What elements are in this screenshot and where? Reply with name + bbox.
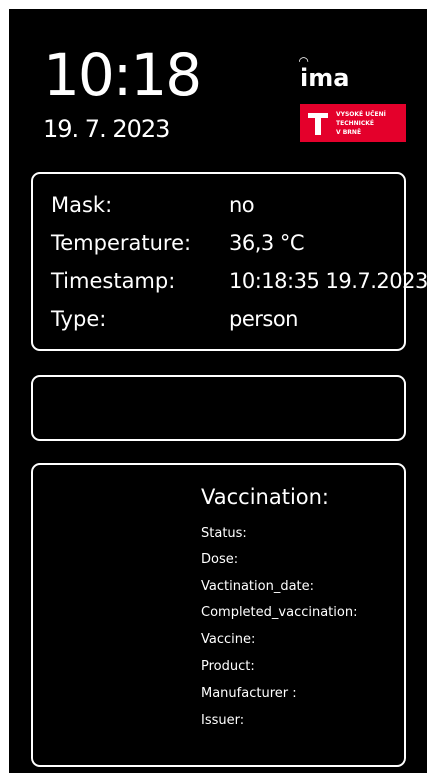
vaccination-vaccine-label: Vaccine: bbox=[201, 632, 256, 647]
vaccination-dose-label: Dose: bbox=[201, 552, 239, 567]
vaccination-panel: Vaccination: Status: Dose: Vactination_d… bbox=[31, 463, 406, 767]
vut-t-icon bbox=[300, 104, 336, 142]
timestamp-value: 10:18:35 19.7.2023 bbox=[229, 269, 427, 293]
clock-date: 19. 7. 2023 bbox=[43, 115, 170, 143]
clock-time: 10:18 bbox=[43, 41, 202, 109]
vut-logo-line-1: VYSOKÉ UČENÍ bbox=[336, 110, 386, 118]
temperature-value: 36,3 °C bbox=[229, 231, 305, 255]
wifi-icon: ◠ bbox=[299, 54, 309, 68]
vut-logo-line-3: V BRNĚ bbox=[336, 128, 362, 136]
message-panel bbox=[31, 375, 406, 441]
vut-logo: VYSOKÉ UČENÍ TECHNICKÉ V BRNĚ bbox=[300, 104, 406, 142]
type-value: person bbox=[229, 307, 298, 331]
vaccination-completed-label: Completed_vaccination: bbox=[201, 605, 358, 620]
vaccination-product-label: Product: bbox=[201, 659, 255, 674]
vaccination-title: Vaccination: bbox=[201, 485, 330, 509]
mask-value: no bbox=[229, 193, 255, 217]
vaccination-status-label: Status: bbox=[201, 526, 247, 541]
temperature-label: Temperature: bbox=[51, 231, 192, 255]
vut-logo-text: VYSOKÉ UČENÍ TECHNICKÉ V BRNĚ bbox=[336, 110, 386, 137]
ima-logo-text: ima bbox=[300, 64, 350, 92]
mask-label: Mask: bbox=[51, 193, 113, 217]
timestamp-label: Timestamp: bbox=[51, 269, 176, 293]
detection-info-panel: Mask: no Temperature: 36,3 °C Timestamp:… bbox=[31, 172, 427, 351]
ima-logo: ◠ ima bbox=[299, 55, 350, 92]
vaccination-manufacturer-label: Manufacturer : bbox=[201, 686, 297, 701]
type-label: Type: bbox=[51, 307, 107, 331]
vut-logo-line-2: TECHNICKÉ bbox=[336, 119, 375, 127]
vaccination-issuer-label: Issuer: bbox=[201, 713, 245, 728]
vaccination-date-label: Vactination_date: bbox=[201, 579, 315, 594]
kiosk-screen: 10:18 19. 7. 2023 ◠ ima VYSOKÉ UČENÍ TEC… bbox=[9, 9, 427, 773]
